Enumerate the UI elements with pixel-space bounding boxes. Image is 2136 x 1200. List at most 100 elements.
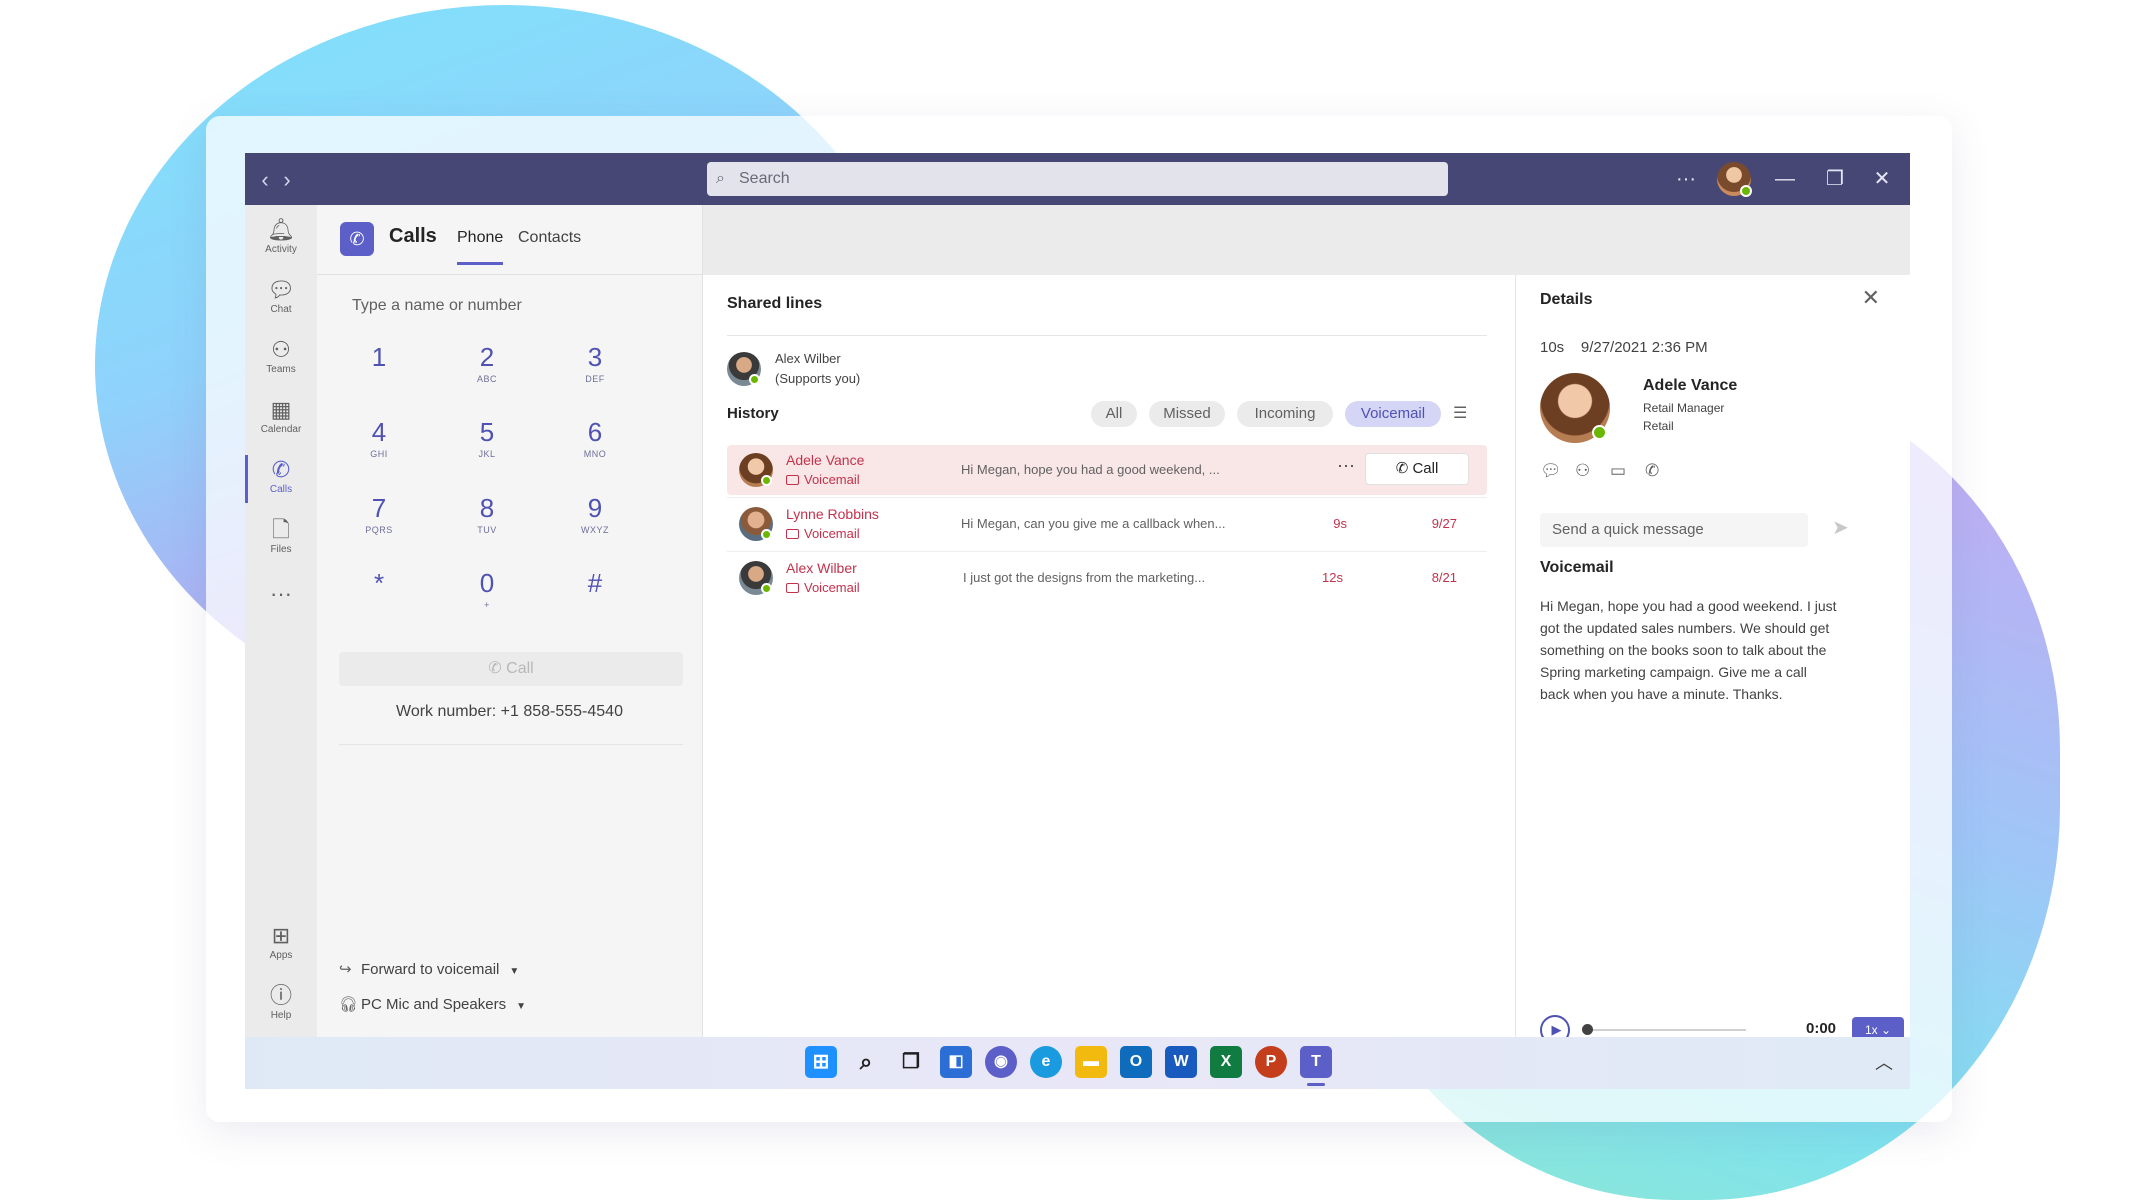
call-button-disabled[interactable]: ✆ Call xyxy=(339,652,683,686)
call-date: 9/27 xyxy=(1431,516,1457,531)
dial-key-9[interactable]: 9 WXYZ xyxy=(555,493,635,535)
caller-name: Adele Vance xyxy=(786,452,865,468)
message-preview: Hi Megan, can you give me a callback whe… xyxy=(961,516,1226,531)
avatar xyxy=(739,561,773,595)
filter-incoming[interactable]: Incoming xyxy=(1237,401,1333,427)
dial-key-2[interactable]: 2 ABC xyxy=(447,342,527,384)
caller-name: Alex Wilber xyxy=(786,560,857,576)
chevron-down-icon: ▼ xyxy=(509,966,520,977)
chat-icon: 💬︎ xyxy=(267,277,295,302)
headset-icon: 🎧︎ xyxy=(339,996,359,1013)
teams-icon: ⚇ xyxy=(271,337,291,362)
dial-key-0[interactable]: 0 + xyxy=(447,568,527,610)
chat-app-icon[interactable]: ◉ xyxy=(985,1046,1017,1078)
dial-key-8[interactable]: 8 TUV xyxy=(447,493,527,535)
dial-key-hash[interactable]: # xyxy=(555,568,635,600)
dial-key-5[interactable]: 5 JKL xyxy=(447,417,527,459)
dial-key-7[interactable]: 7 PQRS xyxy=(339,493,419,535)
dial-key-4[interactable]: 4 GHI xyxy=(339,417,419,459)
minimize-button[interactable]: — xyxy=(1770,153,1800,205)
word-icon[interactable]: W xyxy=(1165,1046,1197,1078)
history-row-selected[interactable]: Adele Vance Voicemail Hi Megan, hope you… xyxy=(727,445,1487,495)
presence-available-icon xyxy=(761,583,772,594)
dial-number-input[interactable]: Type a name or number xyxy=(352,297,522,315)
file-explorer-icon[interactable]: ▬ xyxy=(1075,1046,1107,1078)
app-rail: 🔔︎ Activity 💬︎ Chat ⚇ Teams ▦ Calendar ✆… xyxy=(245,205,317,1089)
presence-available-icon xyxy=(761,475,772,486)
filter-all[interactable]: All xyxy=(1091,401,1137,427)
dial-key-1[interactable]: 1 xyxy=(339,342,419,374)
outlook-icon[interactable]: O xyxy=(1120,1046,1152,1078)
chat-icon[interactable]: 💬︎ xyxy=(1540,461,1575,481)
rail-apps[interactable]: ⊞ Apps xyxy=(245,917,317,973)
divider xyxy=(727,497,1487,498)
rail-more[interactable]: ··· xyxy=(245,575,317,631)
search-icon[interactable]: ⌕ xyxy=(850,1046,882,1078)
filter-voicemail[interactable]: Voicemail xyxy=(1345,401,1441,427)
details-pane: Details ✕ 10s 9/27/2021 2:36 PM Adele Va… xyxy=(1515,275,1910,1089)
tab-phone[interactable]: Phone xyxy=(457,229,504,265)
shared-line-text: Alex Wilber (Supports you) xyxy=(775,349,860,389)
audio-device-dropdown[interactable]: 🎧︎ PC Mic and Speakers ▼ xyxy=(339,995,526,1013)
tab-contacts[interactable]: Contacts xyxy=(518,229,581,247)
phone-icon[interactable]: ✆ xyxy=(1645,461,1680,481)
shared-line-item[interactable]: Alex Wilber (Supports you) xyxy=(727,343,1487,395)
row-call-label: Call xyxy=(1412,460,1439,477)
contact-name: Adele Vance xyxy=(1643,377,1738,394)
task-view-icon[interactable]: ❐ xyxy=(895,1046,927,1078)
voicemail-transcript: Hi Megan, hope you had a good weekend. I… xyxy=(1540,598,1837,702)
row-more-button[interactable]: ··· xyxy=(1337,455,1355,476)
video-call-icon[interactable]: ▭ xyxy=(1610,461,1645,481)
rail-help[interactable]: ⓘ Help xyxy=(245,977,317,1033)
rail-activity[interactable]: 🔔︎ Activity xyxy=(245,211,317,267)
dial-key-star[interactable]: * xyxy=(339,568,419,600)
more-options-button[interactable]: ··· xyxy=(1671,153,1701,205)
forward-button[interactable]: › xyxy=(275,167,299,193)
excel-icon[interactable]: X xyxy=(1210,1046,1242,1078)
voicemail-icon xyxy=(786,583,799,593)
dial-key-6[interactable]: 6 MNO xyxy=(555,417,635,459)
rail-label: Help xyxy=(270,1010,292,1021)
powerpoint-icon[interactable]: P xyxy=(1255,1046,1287,1078)
playback-handle[interactable] xyxy=(1582,1024,1593,1035)
rail-label: Files xyxy=(270,544,292,555)
history-row[interactable]: Lynne Robbins Voicemail Hi Megan, can yo… xyxy=(727,499,1487,549)
profile-avatar[interactable] xyxy=(1717,162,1752,197)
back-button[interactable]: ‹ xyxy=(253,167,277,193)
rail-calendar[interactable]: ▦ Calendar xyxy=(245,391,317,447)
rail-chat[interactable]: 💬︎ Chat xyxy=(245,271,317,327)
close-details-button[interactable]: ✕ xyxy=(1862,285,1880,311)
contact-role: Retail Manager xyxy=(1643,401,1725,415)
contact-department: Retail xyxy=(1643,419,1674,433)
avatar xyxy=(727,352,761,386)
history-row[interactable]: Alex Wilber Voicemail I just got the des… xyxy=(727,553,1487,603)
device-label: PC Mic and Speakers xyxy=(361,996,507,1013)
voicemail-heading: Voicemail xyxy=(1540,559,1614,576)
row-call-button[interactable]: ✆ Call xyxy=(1365,453,1469,485)
close-window-button[interactable]: ✕ xyxy=(1867,153,1897,205)
search-input[interactable]: ⌕ Search xyxy=(707,162,1448,196)
quick-message-input[interactable]: Send a quick message xyxy=(1540,513,1808,547)
chevron-up-icon[interactable]: ︿ xyxy=(1875,1049,1893,1075)
rail-calls[interactable]: ✆ Calls xyxy=(245,451,317,507)
forward-to-voicemail-dropdown[interactable]: ↪ Forward to voicemail ▼ xyxy=(339,960,519,978)
rail-files[interactable]: 🗋︎ Files xyxy=(245,511,317,567)
filter-icon[interactable]: ☰ xyxy=(1453,401,1467,427)
rail-label: Calendar xyxy=(260,424,302,435)
filter-missed[interactable]: Missed xyxy=(1149,401,1225,427)
rail-teams[interactable]: ⚇ Teams xyxy=(245,331,317,387)
restore-button[interactable]: ❐ xyxy=(1820,153,1850,205)
widgets-icon[interactable]: ◧ xyxy=(940,1046,972,1078)
windows-start-icon[interactable]: ⊞ xyxy=(805,1046,837,1078)
dial-key-3[interactable]: 3 DEF xyxy=(555,342,635,384)
rail-label: Calls xyxy=(269,484,293,495)
edge-icon[interactable]: e xyxy=(1030,1046,1062,1078)
org-chart-icon[interactable]: ⚇ xyxy=(1575,461,1610,481)
presence-available-icon xyxy=(1740,185,1752,197)
playback-track[interactable] xyxy=(1582,1029,1746,1031)
rail-label: Chat xyxy=(270,304,292,315)
teams-app-icon[interactable]: T xyxy=(1300,1046,1332,1078)
send-icon[interactable]: ➤ xyxy=(1832,515,1849,540)
dial-pane: ✆ Calls Phone Contacts Type a name or nu… xyxy=(317,205,703,1089)
shared-line-name: Alex Wilber xyxy=(775,351,841,366)
